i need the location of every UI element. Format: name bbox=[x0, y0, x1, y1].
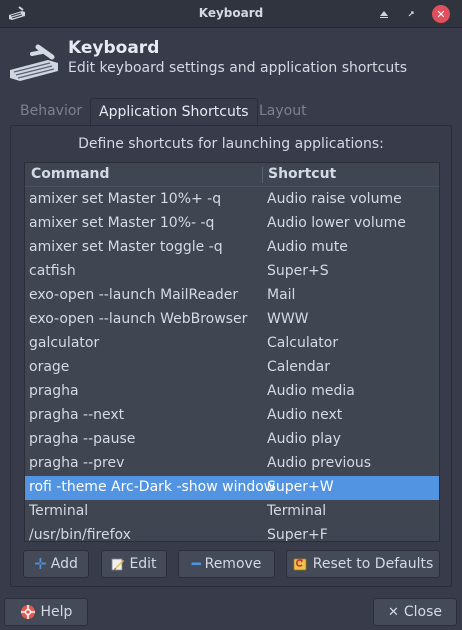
table-row[interactable]: exo-open --launch MailReader Mail bbox=[25, 284, 439, 308]
shortcut-cell: Super+F bbox=[267, 527, 328, 542]
remove-label: Remove bbox=[204, 556, 262, 572]
shortcut-cell: Audio next bbox=[267, 407, 343, 423]
shortcut-cell: Audio previous bbox=[267, 455, 372, 471]
close-icon: ✕ bbox=[387, 604, 399, 620]
command-cell: pragha --pause bbox=[29, 431, 136, 447]
shortcut-cell: Audio play bbox=[267, 431, 341, 447]
command-cell: amixer set Master 10%+ -q bbox=[29, 191, 222, 207]
add-label: Add bbox=[50, 556, 78, 572]
shortcuts-panel: Define shortcuts for launching applicati… bbox=[10, 125, 452, 587]
shortcut-cell: Terminal bbox=[267, 503, 327, 519]
tab-layout[interactable]: Layout bbox=[251, 98, 315, 126]
command-cell: exo-open --launch MailReader bbox=[29, 287, 239, 303]
close-label: Close bbox=[403, 604, 443, 620]
dialog-header: Keyboard Edit keyboard settings and appl… bbox=[0, 28, 462, 96]
close-icon: ✕ bbox=[436, 7, 446, 21]
column-header-command[interactable]: Command bbox=[31, 166, 110, 182]
command-cell: amixer set Master 10%- -q bbox=[29, 215, 215, 231]
edit-label: Edit bbox=[129, 556, 157, 572]
shortcut-cell: Calculator bbox=[267, 335, 339, 351]
reset-to-defaults-button[interactable]: Reset to Defaults bbox=[286, 550, 440, 578]
command-cell: pragha --prev bbox=[29, 455, 125, 471]
shortcut-cell: Audio media bbox=[267, 383, 355, 399]
command-cell: galculator bbox=[29, 335, 100, 351]
header-title: Keyboard bbox=[68, 38, 160, 58]
command-cell: amixer set Master toggle -q bbox=[29, 239, 223, 255]
table-row[interactable]: exo-open --launch WebBrowser WWW bbox=[25, 308, 439, 332]
table-row[interactable]: galculator Calculator bbox=[25, 332, 439, 356]
table-row[interactable]: rofi -theme Arc-Dark -show window Super+W bbox=[25, 476, 439, 500]
table-row[interactable]: /usr/bin/firefox Super+F bbox=[25, 524, 439, 542]
window-close-button[interactable]: ✕ bbox=[432, 5, 450, 23]
header-subtitle: Edit keyboard settings and application s… bbox=[68, 60, 408, 76]
table-row[interactable]: pragha Audio media bbox=[25, 380, 439, 404]
tab-behavior[interactable]: Behavior bbox=[12, 98, 90, 126]
shortcut-cell: Audio lower volume bbox=[267, 215, 406, 231]
remove-button[interactable]: ━ Remove bbox=[178, 550, 275, 578]
shortcut-cell: Audio raise volume bbox=[267, 191, 402, 207]
shortcut-cell: Calendar bbox=[267, 359, 330, 375]
table-row[interactable]: pragha --next Audio next bbox=[25, 404, 439, 428]
shortcut-cell: Audio mute bbox=[267, 239, 348, 255]
table-row[interactable]: amixer set Master 10%+ -q Audio raise vol… bbox=[25, 188, 439, 212]
table-row[interactable]: amixer set Master 10%- -q Audio lower vol… bbox=[25, 212, 439, 236]
instruction-label: Define shortcuts for launching applicati… bbox=[78, 136, 384, 152]
reset-label: Reset to Defaults bbox=[312, 556, 434, 572]
help-button[interactable]: Help bbox=[4, 598, 88, 626]
command-cell: /usr/bin/firefox bbox=[29, 527, 131, 542]
edit-button[interactable]: Edit bbox=[101, 550, 167, 578]
dot-icon bbox=[408, 11, 414, 17]
shortcuts-table[interactable]: Command Shortcut amixer set Master 10%+ … bbox=[24, 162, 440, 542]
reset-icon bbox=[293, 558, 307, 571]
command-cell: exo-open --launch WebBrowser bbox=[29, 311, 248, 327]
shortcut-cell: WWW bbox=[267, 311, 309, 327]
triangle-up-icon bbox=[380, 11, 388, 18]
keyboard-icon bbox=[10, 44, 58, 81]
table-header: Command Shortcut bbox=[25, 163, 439, 187]
help-label: Help bbox=[40, 604, 73, 620]
table-row[interactable]: amixer set Master toggle -q Audio mute bbox=[25, 236, 439, 260]
table-row[interactable]: pragha --pause Audio play bbox=[25, 428, 439, 452]
title-bar: Keyboard ✕ bbox=[0, 0, 462, 28]
column-header-shortcut[interactable]: Shortcut bbox=[268, 166, 336, 182]
tab-bar: Behavior Application Shortcuts Layout bbox=[10, 98, 452, 127]
command-cell: Terminal bbox=[29, 503, 89, 519]
shortcut-cell: Super+W bbox=[267, 479, 334, 495]
shortcut-cell: Super+S bbox=[267, 263, 329, 279]
table-row[interactable]: pragha --prev Audio previous bbox=[25, 452, 439, 476]
table-row[interactable]: Terminal Terminal bbox=[25, 500, 439, 524]
plus-icon: ✛ bbox=[34, 555, 47, 573]
command-cell: rofi -theme Arc-Dark -show window bbox=[29, 479, 276, 495]
close-button[interactable]: ✕ Close bbox=[373, 598, 457, 626]
command-cell: catfish bbox=[29, 263, 76, 279]
column-divider[interactable] bbox=[262, 167, 263, 183]
minus-icon: ━ bbox=[191, 555, 201, 573]
minimize-button[interactable] bbox=[374, 4, 394, 24]
table-row[interactable]: catfish Super+S bbox=[25, 260, 439, 284]
maximize-button[interactable] bbox=[401, 4, 421, 24]
pencil-icon bbox=[112, 558, 125, 571]
table-row[interactable]: orage Calendar bbox=[25, 356, 439, 380]
command-cell: pragha bbox=[29, 383, 79, 399]
tab-application-shortcuts[interactable]: Application Shortcuts bbox=[90, 98, 258, 127]
add-button[interactable]: ✛ Add bbox=[23, 550, 89, 578]
command-cell: orage bbox=[29, 359, 70, 375]
shortcut-cell: Mail bbox=[267, 287, 296, 303]
command-cell: pragha --next bbox=[29, 407, 125, 423]
help-icon bbox=[20, 605, 35, 619]
